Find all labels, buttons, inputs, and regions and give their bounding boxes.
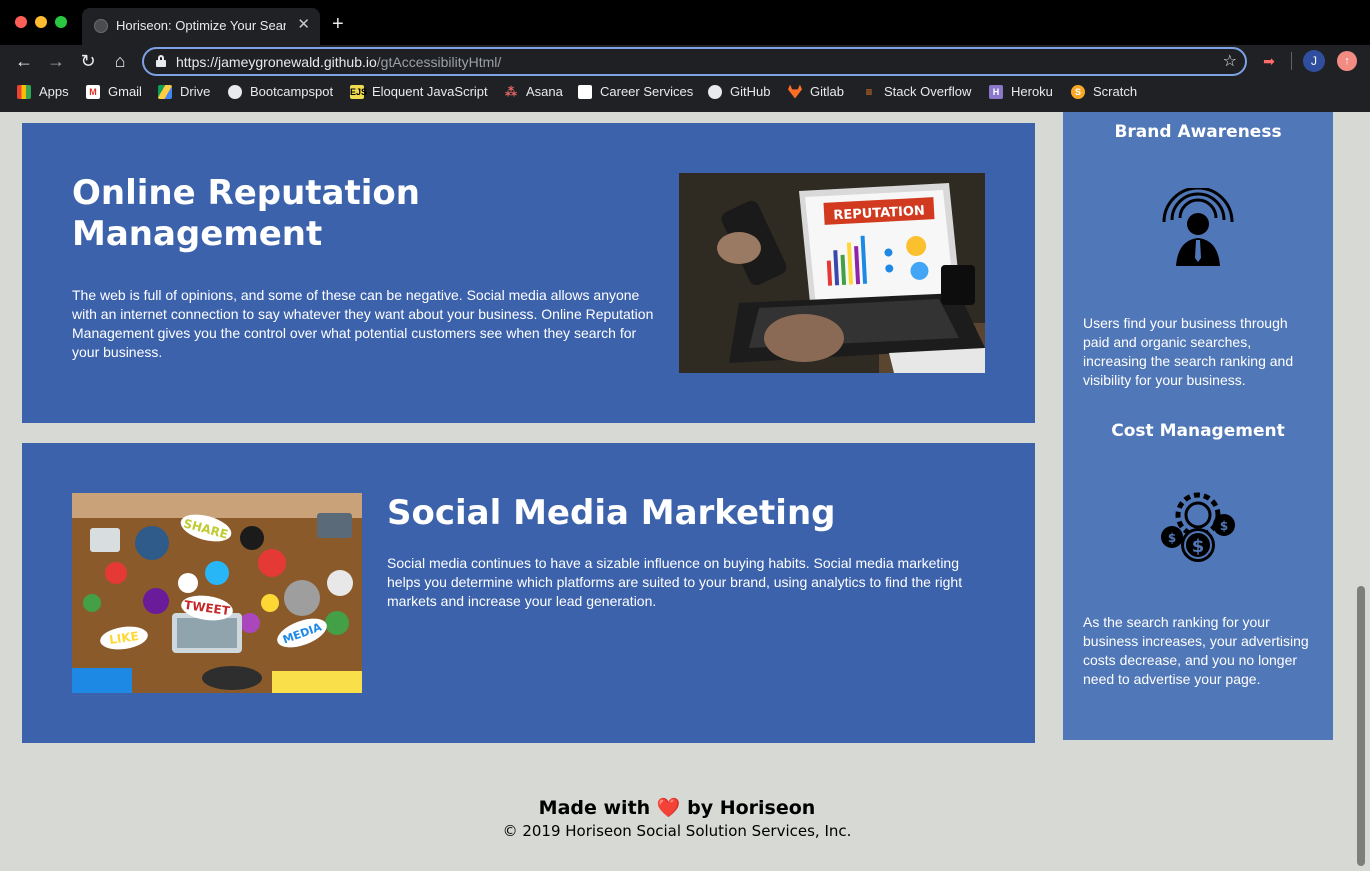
svg-text:$: $ xyxy=(1220,519,1228,533)
section-title: Social Media Marketing xyxy=(387,493,836,533)
social-media-section: SHARE TWEET LIKE MEDIA Social Media Mark… xyxy=(22,443,1035,743)
lock-icon xyxy=(156,55,166,67)
globe-icon xyxy=(228,84,242,99)
close-window-button[interactable] xyxy=(15,16,27,28)
tab-strip: Horiseon: Optimize Your Searc ✕ + xyxy=(0,0,1370,45)
stackoverflow-icon: ≡ xyxy=(862,84,876,99)
globe-icon xyxy=(94,19,108,33)
new-tab-button[interactable]: + xyxy=(332,12,344,36)
ejs-icon: EJS xyxy=(350,84,368,99)
bookmark-scratch[interactable]: S Scratch xyxy=(1071,84,1137,99)
footer-credit: Made with ❤️ by Horiseon xyxy=(538,797,816,819)
bookmark-apps[interactable]: Apps xyxy=(17,84,69,99)
bookmark-gmail[interactable]: M Gmail xyxy=(86,84,142,99)
bookmark-drive[interactable]: Drive xyxy=(158,84,210,99)
heroku-icon: H xyxy=(989,84,1003,99)
page-viewport: Online Reputation Management The web is … xyxy=(0,112,1370,871)
section-title: Online Reputation Management xyxy=(72,173,420,254)
scratch-icon: S xyxy=(1071,84,1085,99)
drive-icon xyxy=(158,84,172,99)
asana-icon: ⁂ xyxy=(504,84,518,99)
forward-arrow-icon[interactable]: → xyxy=(43,48,69,74)
gitlab-icon xyxy=(788,84,802,99)
benefit-body: Users find your business through paid an… xyxy=(1083,315,1294,388)
bookmark-bootcampspot[interactable]: Bootcampspot xyxy=(228,84,333,99)
address-bar[interactable]: https://jameygronewald.github.io/gtAcces… xyxy=(142,47,1247,76)
apps-grid-icon xyxy=(17,84,31,99)
bookmark-gitlab[interactable]: Gitlab xyxy=(788,84,844,99)
bookmark-career-services[interactable]: Career Services xyxy=(578,84,693,99)
social-media-image: SHARE TWEET LIKE MEDIA xyxy=(72,493,362,693)
benefit-body: As the search ranking for your business … xyxy=(1083,614,1309,687)
github-icon xyxy=(708,84,722,99)
benefit-title: Brand Awareness xyxy=(1114,122,1282,142)
url-text[interactable]: https://jameygronewald.github.io/gtAcces… xyxy=(176,54,501,70)
copyright: © 2019 Horiseon Social Solution Services… xyxy=(502,822,852,840)
bookmark-heroku[interactable]: H Heroku xyxy=(989,84,1053,99)
reputation-image: REPUTATION xyxy=(679,173,985,373)
minimize-window-button[interactable] xyxy=(35,16,47,28)
page-footer: Made with ❤️ by Horiseon © 2019 Horiseon… xyxy=(0,795,1354,841)
online-reputation-section: Online Reputation Management The web is … xyxy=(22,123,1035,423)
bookmarks-bar: Apps M Gmail Drive Bootcampspot EJS Eloque… xyxy=(0,82,1370,104)
gmail-icon: M xyxy=(86,84,100,99)
cost-management-icon: $ $ $ xyxy=(1158,487,1238,567)
brand-awareness-icon xyxy=(1158,186,1238,268)
bookmark-star-icon[interactable]: ☆ xyxy=(1223,51,1237,71)
section-body: Social media continues to have a sizable… xyxy=(387,555,963,609)
bookmark-stack-overflow[interactable]: ≡ Stack Overflow xyxy=(862,84,971,99)
svg-text:$: $ xyxy=(1168,531,1176,545)
browser-tab[interactable]: Horiseon: Optimize Your Searc ✕ xyxy=(82,8,320,45)
benefit-title: Cost Management xyxy=(1111,421,1285,441)
bookmark-eloquent-javascript[interactable]: EJS Eloquent JavaScript xyxy=(350,84,488,99)
browser-chrome: Horiseon: Optimize Your Searc ✕ + ← → ↻ … xyxy=(0,0,1370,112)
reload-icon[interactable]: ↻ xyxy=(75,48,101,74)
scrollbar-thumb[interactable] xyxy=(1357,586,1365,866)
back-arrow-icon[interactable]: ← xyxy=(11,48,37,74)
update-icon[interactable]: ↑ xyxy=(1337,51,1357,71)
profile-avatar[interactable]: J xyxy=(1303,50,1325,72)
tab-title: Horiseon: Optimize Your Searc xyxy=(116,18,286,33)
benefits-sidebar: Brand Awareness Users find your business… xyxy=(1063,112,1333,740)
maximize-window-button[interactable] xyxy=(55,16,67,28)
extension-icon[interactable]: ➡ xyxy=(1260,52,1278,70)
career-services-icon xyxy=(578,84,592,99)
bookmark-asana[interactable]: ⁂ Asana xyxy=(504,84,563,99)
close-tab-icon[interactable]: ✕ xyxy=(297,16,310,34)
home-icon[interactable]: ⌂ xyxy=(107,48,133,74)
toolbar-divider xyxy=(1291,52,1292,70)
page-scrollbar[interactable] xyxy=(1354,112,1370,871)
heart-icon: ❤️ xyxy=(656,797,681,819)
section-body: The web is full of opinions, and some of… xyxy=(72,287,654,360)
svg-text:$: $ xyxy=(1192,536,1205,557)
bookmark-github[interactable]: GitHub xyxy=(708,84,770,99)
